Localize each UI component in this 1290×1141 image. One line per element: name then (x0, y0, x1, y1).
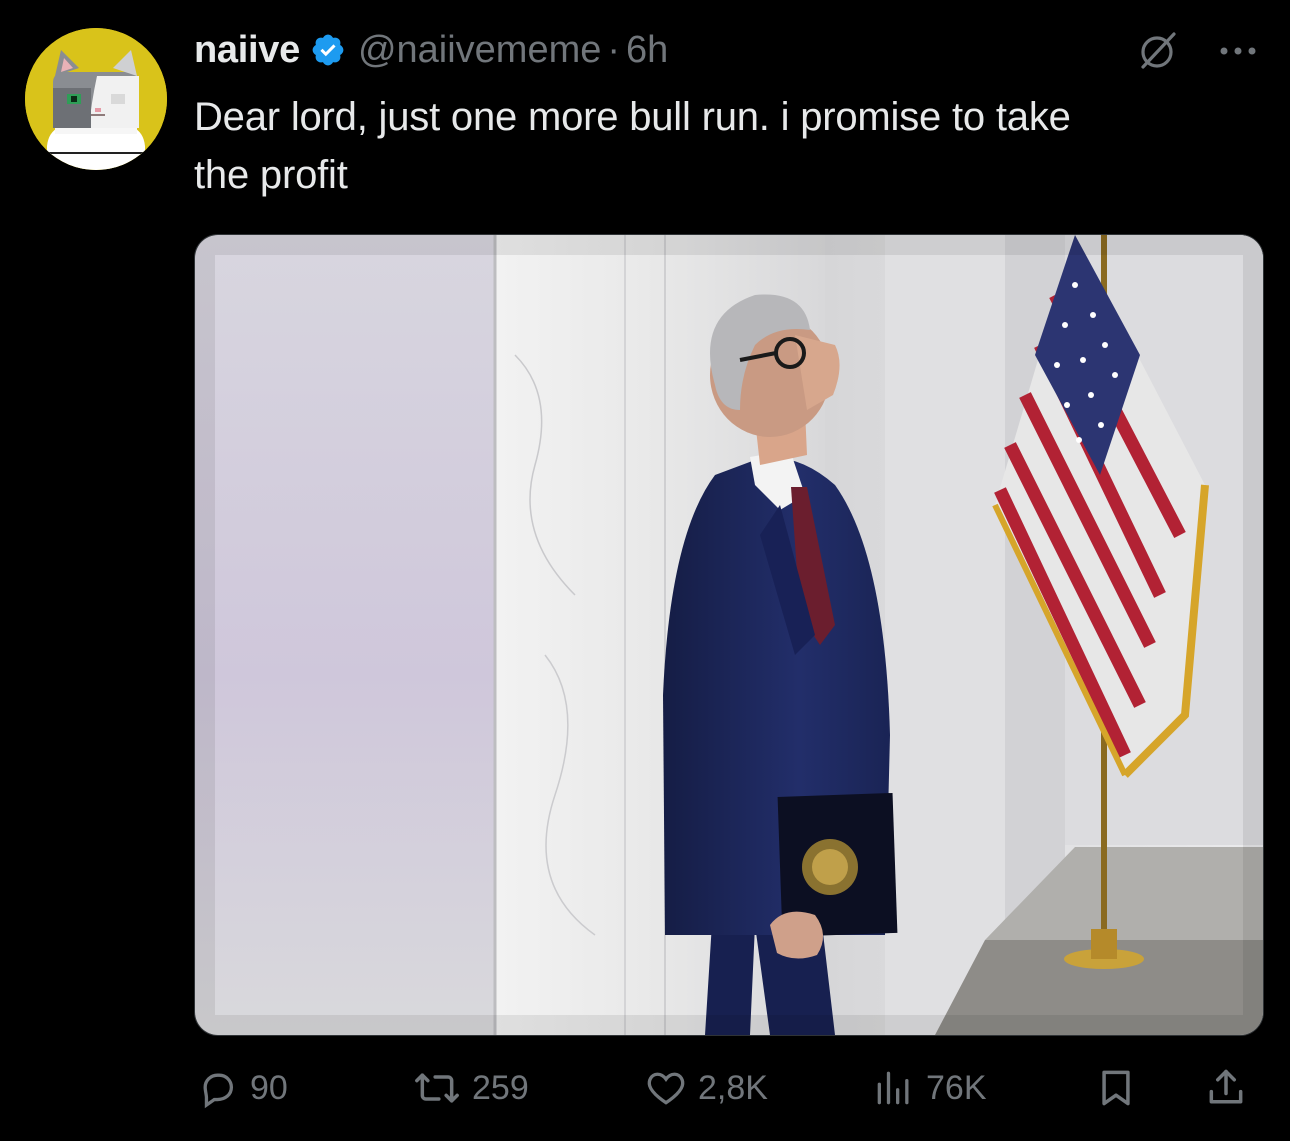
views-button[interactable]: 76K (872, 1060, 987, 1116)
grok-icon[interactable] (1136, 28, 1180, 77)
tweet-action-bar: 90 259 2,8K 76K (194, 1060, 1256, 1116)
like-count: 2,8K (698, 1068, 768, 1107)
handle[interactable]: @naiivememe (358, 29, 601, 72)
reply-count: 90 (250, 1068, 288, 1107)
reply-icon (196, 1066, 240, 1110)
tweet-top-actions (1136, 28, 1258, 77)
analytics-icon (872, 1066, 916, 1110)
bookmark-button[interactable] (1094, 1060, 1138, 1116)
retweet-button[interactable]: 259 (412, 1060, 529, 1116)
tweet-media-photo[interactable] (194, 234, 1264, 1036)
display-name[interactable]: naiive (194, 29, 300, 72)
separator-dot: · (607, 28, 621, 71)
avatar[interactable] (25, 28, 167, 170)
reply-button[interactable]: 90 (196, 1060, 288, 1116)
tweet: naiive @naiivememe · 6h Dear lord, just … (0, 0, 1290, 1141)
share-button[interactable] (1204, 1060, 1248, 1116)
more-icon[interactable] (1218, 44, 1258, 62)
tweet-text: Dear lord, just one more bull run. i pro… (194, 88, 1269, 204)
tweet-text-line-2: the profit (194, 153, 348, 197)
tweet-header: naiive @naiivememe · 6h (194, 24, 668, 76)
share-icon (1204, 1066, 1248, 1110)
pixel-cat-avatar-icon (25, 28, 167, 170)
verified-badge-icon[interactable] (310, 32, 346, 68)
bookmark-icon (1094, 1066, 1138, 1110)
tweet-text-line-1: Dear lord, just one more bull run. i pro… (194, 95, 1071, 139)
heart-icon (644, 1066, 688, 1110)
photo-illustration (195, 235, 1263, 1035)
retweet-icon (412, 1066, 462, 1110)
views-count: 76K (926, 1068, 987, 1107)
timestamp[interactable]: 6h (626, 29, 668, 72)
retweet-count: 259 (472, 1068, 529, 1107)
like-button[interactable]: 2,8K (644, 1060, 768, 1116)
